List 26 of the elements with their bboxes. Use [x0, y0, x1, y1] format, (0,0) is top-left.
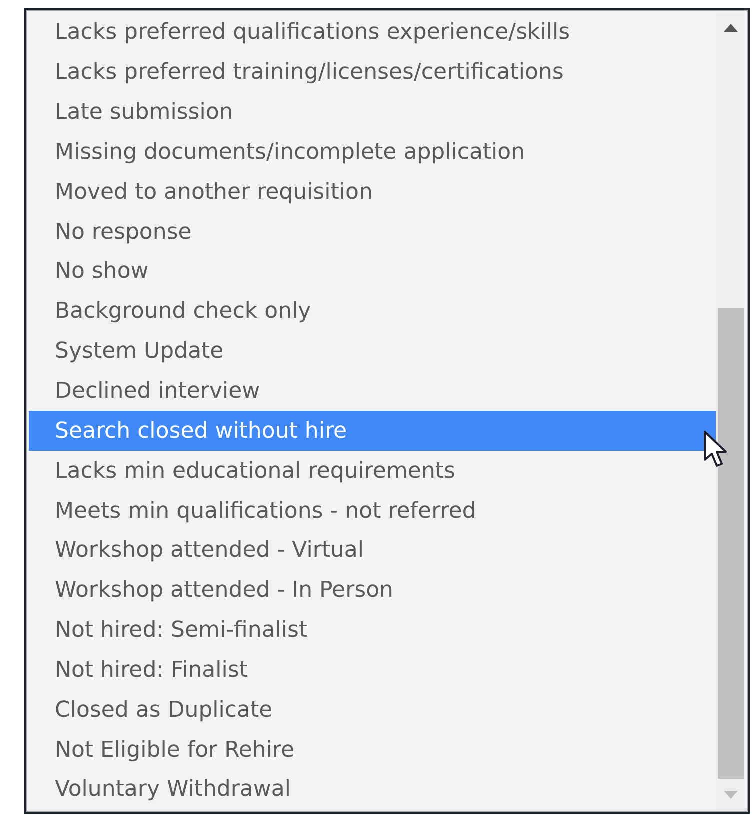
list-option[interactable]: Workshop attended - In Person — [29, 570, 716, 611]
list-option[interactable]: Lacks preferred qualifications experience/skills — [29, 13, 716, 53]
list-option[interactable]: Not Eligible for Rehire — [29, 730, 716, 770]
scrollbar-thumb[interactable] — [718, 308, 744, 779]
list-option[interactable]: Missing documents/incomplete application — [29, 132, 716, 172]
list-option[interactable]: Not hired: Finalist — [29, 650, 716, 690]
list-option[interactable]: System Update — [29, 332, 716, 372]
list-option[interactable]: Meets min qualifications - not referred — [29, 491, 716, 531]
list-option[interactable]: Moved to another requisition — [29, 172, 716, 212]
list-option[interactable]: Closed as Duplicate — [29, 690, 716, 730]
list-option[interactable]: Not hired: Semi-finalist — [29, 610, 716, 650]
mouse-pointer-icon — [704, 431, 728, 469]
list-option[interactable]: Lacks preferred training/licenses/certifications — [29, 52, 716, 93]
list-option[interactable]: Late submission — [29, 92, 716, 133]
scrollbar[interactable] — [716, 13, 746, 810]
list-option[interactable]: Background check only — [29, 292, 716, 332]
up-arrow-icon — [724, 24, 738, 32]
list-option[interactable]: Search closed without hire — [29, 411, 716, 452]
list-option[interactable]: Workshop attended - Virtual — [29, 530, 716, 571]
list-option[interactable]: No response — [29, 212, 716, 252]
list-option[interactable]: Voluntary Withdrawal — [29, 770, 716, 810]
list-option[interactable]: No show — [29, 252, 716, 292]
down-arrow-icon — [724, 791, 738, 799]
list-option[interactable]: Declined interview — [29, 372, 716, 412]
list-option[interactable]: Lacks min educational requirements — [29, 451, 716, 492]
dropdown-list[interactable] — [24, 8, 750, 814]
